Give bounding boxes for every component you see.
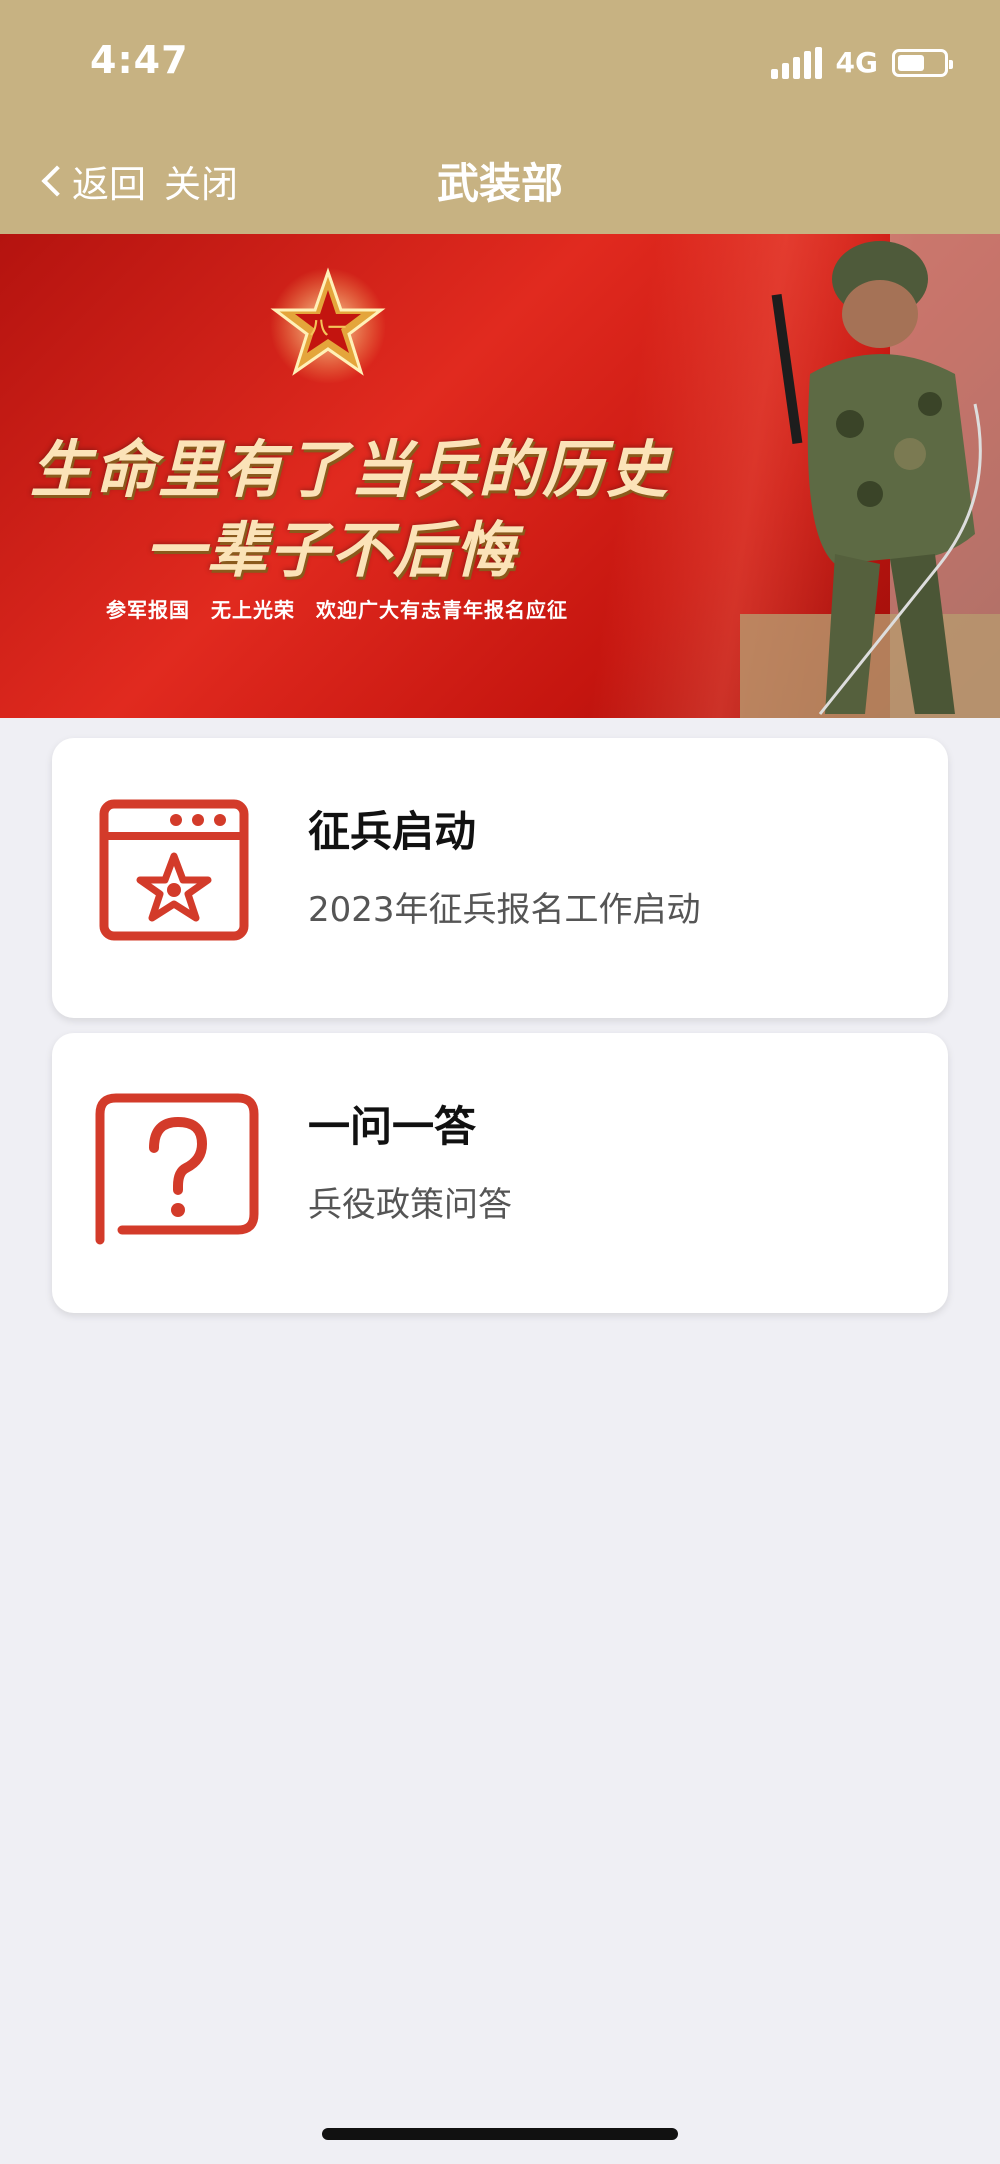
card-title: 一问一答 [308,1102,477,1151]
battery-icon [892,48,953,77]
battery-level [898,54,925,71]
card-subtitle: 兵役政策问答 [308,1185,512,1225]
status-time: 4:47 [90,38,189,82]
network-label: 4G [835,46,878,79]
home-indicator[interactable] [322,2128,678,2140]
signal-icon [770,46,822,79]
card-subtitle: 2023年征兵报名工作启动 [308,890,701,930]
banner-headline-1: 生命里有了当兵的历史 [30,433,671,506]
card-title: 征兵启动 [308,807,477,856]
recruitment-banner: 八一 生命里有了当兵的历史 一辈子不后悔 参军报国 无上光荣 欢迎广大有志青年报… [0,234,1000,718]
browser-star-icon [99,799,249,941]
question-icon [95,1093,259,1245]
banner-headline-2: 一辈子不后悔 [145,516,517,586]
star-text: 八一 [310,318,346,339]
army-star-icon: 八一 [270,267,386,384]
page-title: 武装部 [436,159,563,208]
card-recruitment-start[interactable]: 征兵启动 2023年征兵报名工作启动 [52,738,948,1018]
soldier-image [740,234,1000,718]
status-icons: 4G [770,46,953,79]
card-qa[interactable]: 一问一答 兵役政策问答 [52,1033,948,1313]
top-bar: 4:47 4G 返回 关闭 武装部 [0,0,1000,234]
banner-slogan: 参军报国 无上光荣 欢迎广大有志青年报名应征 [106,598,568,622]
